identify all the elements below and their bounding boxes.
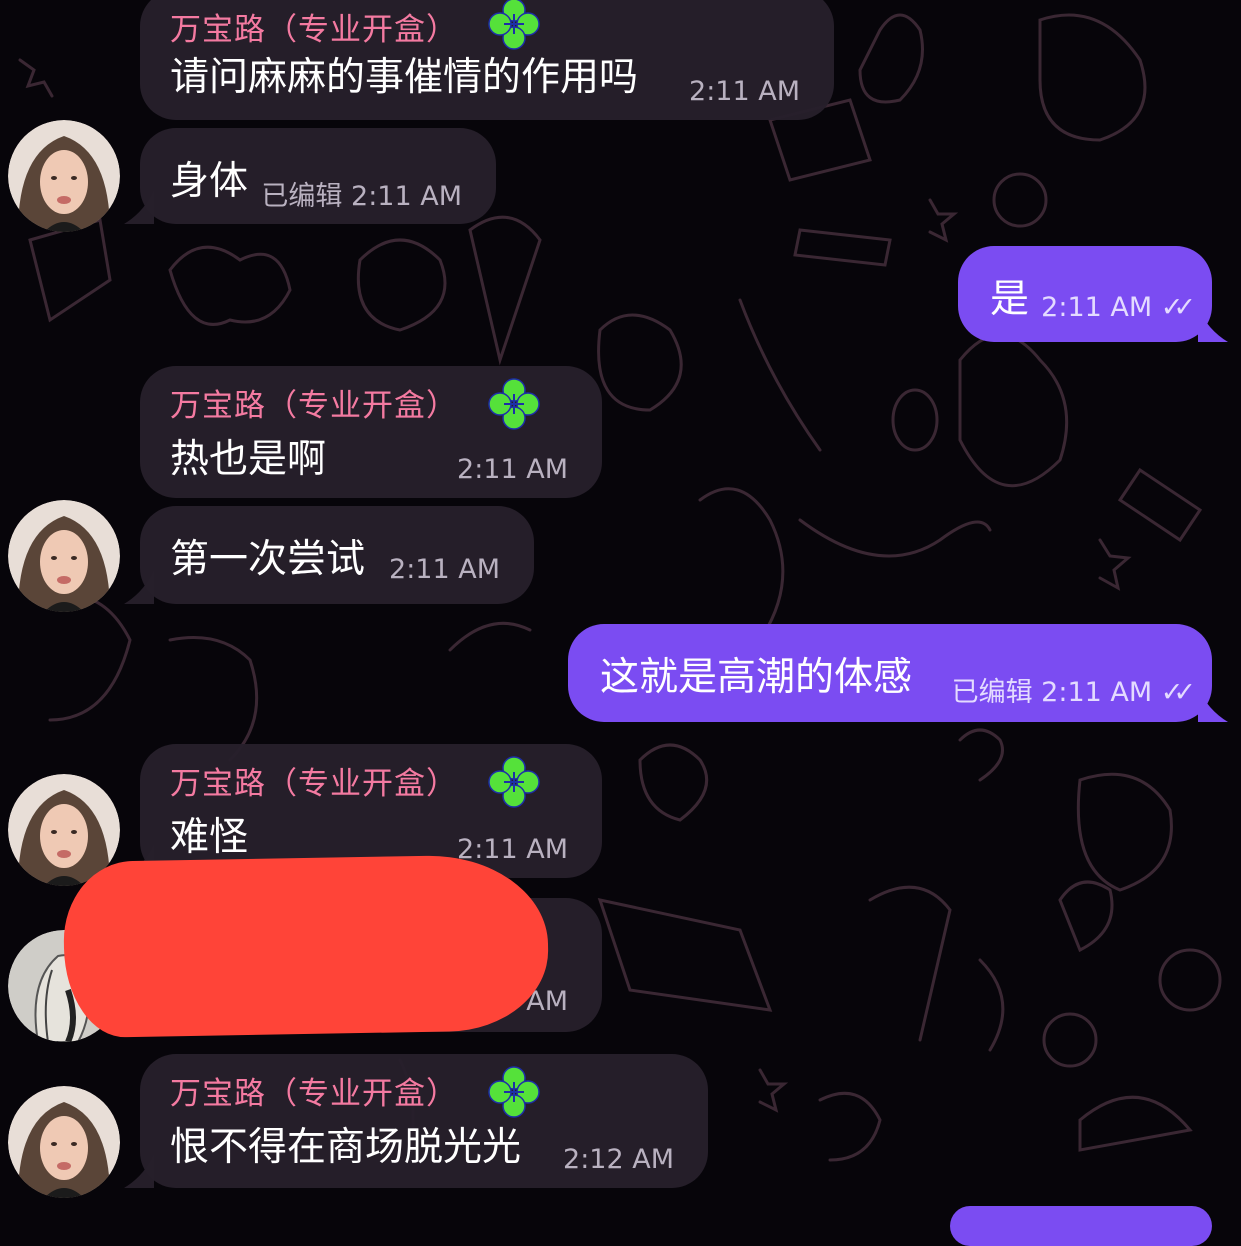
message-bubble-outgoing[interactable]: 这就是高潮的体感 已编辑 2:11 AM ✓✓: [568, 624, 1228, 722]
avatar[interactable]: [8, 120, 120, 232]
message-text: 是: [990, 277, 1030, 322]
message-time: 2:12 AM: [563, 1144, 674, 1175]
edited-label: 已编辑: [261, 181, 343, 212]
message-time: 2:11 AM: [689, 76, 800, 107]
message-text: 第一次尝试: [170, 537, 366, 582]
sender-name[interactable]: 万宝路（专业开盒）: [170, 4, 458, 49]
message-time: 2:11 AM: [457, 834, 568, 865]
clover-icon: [488, 0, 540, 50]
message-time: 已编辑 2:11 AM: [261, 181, 462, 212]
clover-icon: [488, 1066, 540, 1118]
message-text: 恨不得在商场脱光光: [170, 1125, 522, 1170]
message-time: 2:11 AM ✓✓: [1041, 292, 1196, 323]
message-bubble-incoming[interactable]: 万宝路（专业开盒） 热也是啊 2:11 AM: [140, 366, 602, 498]
message-bubble-incoming[interactable]: 第一次尝试 2:11 AM: [124, 506, 534, 604]
sender-name[interactable]: 万宝路（专业开盒）: [170, 1068, 458, 1113]
sender-name[interactable]: 万宝路（专业开盒）: [170, 758, 458, 803]
clover-icon: [488, 756, 540, 808]
edited-label: 已编辑: [951, 677, 1033, 708]
avatar[interactable]: [8, 1086, 120, 1198]
message-text: 难怪: [170, 815, 249, 860]
message-text: 这就是高潮的体感: [600, 655, 913, 700]
message-time: 2:11 AM: [389, 554, 500, 585]
message-text: 身体: [170, 159, 249, 204]
message-bubble-outgoing[interactable]: 是 2:11 AM ✓✓: [958, 246, 1228, 342]
message-bubble-outgoing-partial[interactable]: [950, 1206, 1212, 1246]
message-time: 2:11 AM: [457, 454, 568, 485]
message-text: 热也是啊: [170, 437, 327, 482]
message-text: 请问麻麻的事催情的作用吗: [170, 55, 639, 100]
redaction-mark: [62, 853, 550, 1039]
message-time: 已编辑 2:11 AM ✓✓: [951, 677, 1197, 708]
sender-name[interactable]: 万宝路（专业开盒）: [170, 380, 458, 425]
clover-icon: [488, 378, 540, 430]
message-bubble-incoming[interactable]: 万宝路（专业开盒） 请问麻麻的事催情的作用吗 2:11 AM: [140, 0, 834, 120]
double-check-icon: ✓✓: [1160, 292, 1196, 323]
message-bubble-incoming[interactable]: 万宝路（专业开盒） 恨不得在商场脱光光 2:12 AM: [124, 1054, 708, 1188]
avatar[interactable]: [8, 500, 120, 612]
double-check-icon: ✓✓: [1160, 677, 1196, 708]
message-bubble-incoming[interactable]: 身体 已编辑 2:11 AM: [124, 128, 496, 224]
